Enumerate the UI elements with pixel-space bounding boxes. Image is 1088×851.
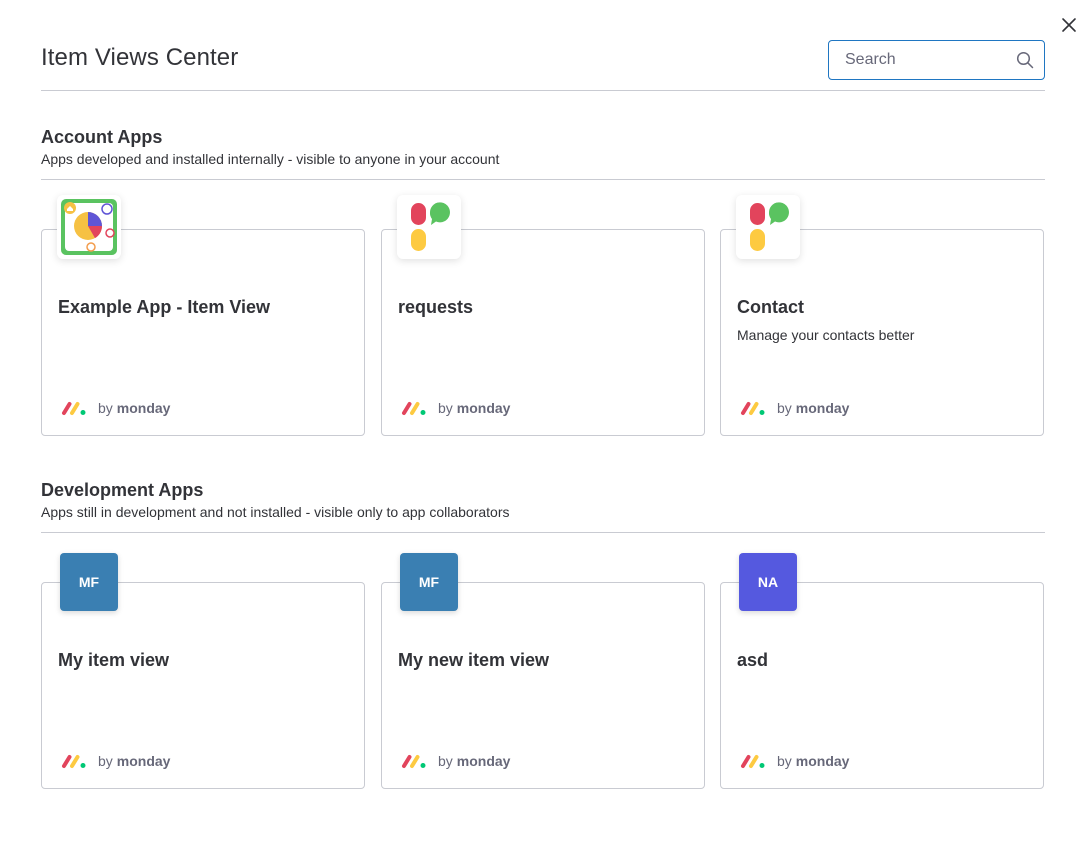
app-card-list: MF My item view by monday MF My new item…: [41, 533, 1045, 793]
app-initials-avatar: MF: [60, 553, 118, 611]
bubbles-logo-icon: [736, 195, 800, 259]
section-header: Development Apps Apps still in developme…: [41, 479, 1045, 533]
close-button[interactable]: [1058, 14, 1080, 36]
app-card-asd[interactable]: NA asd by monday: [720, 553, 1044, 789]
monday-logo-icon: [401, 400, 429, 416]
by-label: by: [98, 753, 113, 769]
card-author: by monday: [740, 752, 849, 770]
by-label: by: [777, 753, 792, 769]
app-card-example-app[interactable]: Example App - Item View by monday: [41, 195, 365, 436]
card-author: by monday: [61, 752, 170, 770]
monday-logo-icon: [740, 400, 768, 416]
by-label: by: [438, 753, 453, 769]
close-icon: [1062, 18, 1076, 32]
section-title: Development Apps: [41, 480, 204, 500]
section-description: Apps developed and installed internally …: [41, 151, 500, 167]
author-name: monday: [456, 753, 511, 769]
section-header: Account Apps Apps developed and installe…: [41, 126, 1045, 180]
app-card-requests[interactable]: requests by monday: [381, 195, 705, 436]
card-title: My item view: [58, 650, 170, 670]
app-initials-avatar: NA: [739, 553, 797, 611]
monday-logo-icon: [740, 753, 768, 769]
card-title: Contact: [737, 297, 804, 317]
page-header: Item Views Center: [41, 40, 1045, 91]
card-author: by monday: [401, 399, 510, 417]
by-label: by: [438, 400, 453, 416]
section-development-apps: Development Apps Apps still in developme…: [41, 479, 1045, 793]
app-initials-avatar: MF: [400, 553, 458, 611]
search-input[interactable]: [829, 41, 1009, 79]
monday-logo-icon: [61, 753, 89, 769]
monday-logo-icon: [401, 753, 429, 769]
author-name: monday: [116, 400, 171, 416]
author-name: monday: [456, 400, 511, 416]
search-icon[interactable]: [1016, 51, 1034, 69]
card-author: by monday: [61, 399, 170, 417]
by-label: by: [777, 400, 792, 416]
section-title: Account Apps: [41, 127, 163, 147]
card-title: My new item view: [398, 650, 550, 670]
section-account-apps: Account Apps Apps developed and installe…: [41, 126, 1045, 440]
monday-logo-icon: [61, 400, 89, 416]
card-author: by monday: [401, 752, 510, 770]
example-app-pie-icon: [57, 195, 121, 259]
bubbles-logo-icon: [397, 195, 461, 259]
card-description: Manage your contacts better: [737, 327, 915, 343]
author-name: monday: [116, 753, 171, 769]
card-title: Example App - Item View: [58, 297, 271, 317]
card-title: asd: [737, 650, 769, 670]
app-card-contact[interactable]: Contact Manage your contacts better by m…: [720, 195, 1044, 436]
by-label: by: [98, 400, 113, 416]
author-name: monday: [795, 400, 850, 416]
app-card-my-item-view[interactable]: MF My item view by monday: [41, 553, 365, 789]
app-card-my-new-item-view[interactable]: MF My new item view by monday: [381, 553, 705, 789]
app-card-list: Example App - Item View by monday reques…: [41, 180, 1045, 440]
card-author: by monday: [740, 399, 849, 417]
author-name: monday: [795, 753, 850, 769]
search-box[interactable]: [828, 40, 1045, 80]
section-description: Apps still in development and not instal…: [41, 504, 510, 520]
page-title: Item Views Center: [41, 44, 239, 71]
card-title: requests: [398, 297, 474, 317]
